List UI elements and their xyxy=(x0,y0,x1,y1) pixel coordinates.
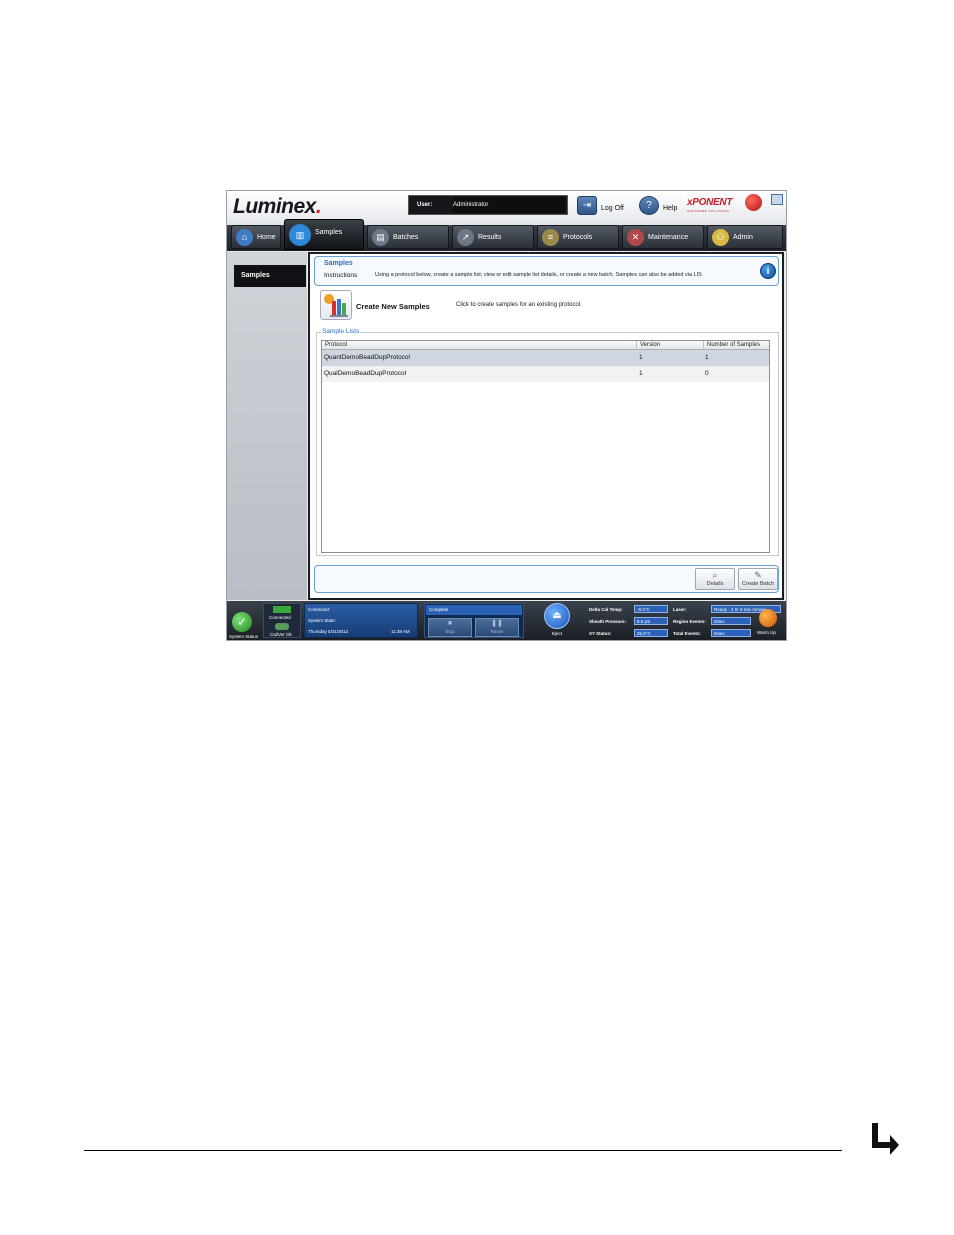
magnifier-icon: ⌕ xyxy=(712,570,718,580)
connected-icon xyxy=(273,606,291,613)
log-off-label: Log Off xyxy=(601,205,624,212)
warm-up-button[interactable] xyxy=(759,609,777,627)
cell-protocol: QuantDemoBeadDupProtocol xyxy=(324,354,410,361)
admin-icon: ⚇ xyxy=(712,229,729,246)
cell-version: 1 xyxy=(639,354,643,361)
cell-protocol: QualDemoBeadDupProtocol xyxy=(324,370,407,377)
command-label: Command: xyxy=(308,607,331,612)
column-header-version[interactable]: Version xyxy=(637,341,704,350)
xponent-subtitle: SOFTWARE SOLUTIONS xyxy=(687,209,730,213)
progress-label: Complete xyxy=(429,607,449,612)
sheath-pressure-readout: Sheath Pressure: 9.5 psi xyxy=(587,616,669,627)
tab-protocols[interactable]: ≡ Protocols xyxy=(537,225,619,249)
create-new-samples-description: Click to create samples for an existing … xyxy=(456,302,582,308)
instructions-panel: Samples Instructions Using a protocol be… xyxy=(314,256,779,286)
protocols-icon: ≡ xyxy=(542,229,559,246)
xponent-logo: xPONENT xyxy=(687,197,733,208)
total-events-readout: Total Events: 0/sec xyxy=(671,628,753,639)
table-row[interactable]: QualDemoBeadDupProtocol 1 0 xyxy=(322,366,769,382)
footer-rule xyxy=(84,1150,842,1151)
create-new-samples-label[interactable]: Create New Samples xyxy=(356,302,430,311)
eject-button[interactable]: ⏏ Eject xyxy=(536,603,578,638)
tab-home[interactable]: ⌂ Home xyxy=(231,225,281,249)
help-button[interactable]: ? xyxy=(639,196,659,215)
help-label: Help xyxy=(663,205,678,212)
connected-label: Connected xyxy=(269,615,291,620)
region-events-readout: Region Events: 0/sec xyxy=(671,616,753,627)
tab-samples[interactable]: ▥ Samples xyxy=(284,219,364,250)
tab-results[interactable]: ↗ Results xyxy=(452,225,534,249)
system-status-label: System Status xyxy=(228,634,258,639)
maintenance-icon: ✕ xyxy=(627,229,644,246)
details-button[interactable]: ⌕ Details xyxy=(695,568,735,590)
cell-number-of-samples: 1 xyxy=(705,354,709,361)
connection-panel: Connected Cal/Ver Ok xyxy=(263,603,301,638)
calver-icon xyxy=(275,623,289,630)
status-bar: ✓ System Status Connected Cal/Ver Ok Com… xyxy=(227,601,786,640)
instructions-text: Using a protocol below, create a sample … xyxy=(375,272,702,278)
create-batch-button[interactable]: ✎ Create Batch xyxy=(738,568,778,590)
column-header-protocol[interactable]: Protocol xyxy=(322,341,637,350)
page-title: Samples xyxy=(324,260,353,267)
instructions-label: Instructions xyxy=(324,272,358,279)
eject-icon: ⏏ xyxy=(544,603,570,629)
stop-icon: ■ xyxy=(447,620,453,627)
details-label: Details xyxy=(706,581,724,587)
cell-version: 1 xyxy=(639,370,643,377)
home-icon: ⌂ xyxy=(236,229,253,246)
create-batch-icon: ✎ xyxy=(754,570,762,580)
help-icon: ? xyxy=(646,200,652,211)
delta-cal-readout: Delta Cal Temp: -0.0°C xyxy=(587,604,669,615)
progress-panel: Complete ■ Stop ❚❚ Pause xyxy=(424,603,524,638)
sidebar-item-samples[interactable]: Samples xyxy=(234,265,306,287)
app-window: Luminex. User: Administrator ⇥ Log Off ?… xyxy=(226,190,787,641)
action-bar: ⌕ Details ✎ Create Batch xyxy=(314,565,779,593)
log-off-button[interactable]: ⇥ xyxy=(577,196,597,215)
luminex-logo: Luminex. xyxy=(233,195,322,218)
continue-arrow-icon xyxy=(872,1123,899,1155)
batches-icon: ▤ xyxy=(372,229,389,246)
sidebar: Samples xyxy=(227,252,307,600)
tab-batches[interactable]: ▤ Batches xyxy=(367,225,449,249)
sample-lists-legend: Sample Lists xyxy=(321,328,361,335)
eject-label: Eject xyxy=(551,631,562,636)
log-off-icon: ⇥ xyxy=(582,200,592,211)
xy-status-readout: XY Status: 25.8°C xyxy=(587,628,669,639)
time-text: 11:38 AM xyxy=(391,629,410,634)
column-header-number-of-samples[interactable]: Number of Samples xyxy=(704,341,769,350)
brand-ball-icon xyxy=(745,194,762,211)
cell-number-of-samples: 0 xyxy=(705,370,709,377)
warm-up-label: Warm Up xyxy=(757,630,776,635)
pause-icon: ❚❚ xyxy=(491,620,503,627)
user-box: User: Administrator xyxy=(408,195,568,215)
command-panel: Command: System State: Thursday 5/31/201… xyxy=(304,603,418,638)
sample-lists-table: Protocol Version Number of Samples Quant… xyxy=(321,340,770,553)
system-state-label: System State: xyxy=(308,618,337,623)
create-samples-icon xyxy=(324,294,348,317)
info-icon[interactable]: i xyxy=(760,263,776,279)
date-text: Thursday 5/31/2012 xyxy=(308,629,349,634)
tab-maintenance[interactable]: ✕ Maintenance xyxy=(622,225,704,249)
create-batch-label: Create Batch xyxy=(741,581,775,587)
stop-button[interactable]: ■ Stop xyxy=(428,618,472,637)
table-row[interactable]: QuantDemoBeadDupProtocol 1 1 xyxy=(322,350,769,366)
user-label: User: xyxy=(417,202,433,208)
samples-page: Samples Instructions Using a protocol be… xyxy=(308,252,784,600)
monitor-icon[interactable] xyxy=(771,194,783,205)
checkmark-icon[interactable]: ✓ xyxy=(232,612,252,632)
main-nav: ⌂ Home ▥ Samples ▤ Batches ↗ Results ≡ P… xyxy=(227,219,786,251)
calver-label: Cal/Ver Ok xyxy=(270,632,292,637)
create-new-samples-button[interactable] xyxy=(320,290,352,320)
results-icon: ↗ xyxy=(457,229,474,246)
pause-button[interactable]: ❚❚ Pause xyxy=(475,618,519,637)
user-value: Administrator xyxy=(453,197,565,213)
samples-icon: ▥ xyxy=(289,224,311,246)
tab-admin[interactable]: ⚇ Admin xyxy=(707,225,783,249)
